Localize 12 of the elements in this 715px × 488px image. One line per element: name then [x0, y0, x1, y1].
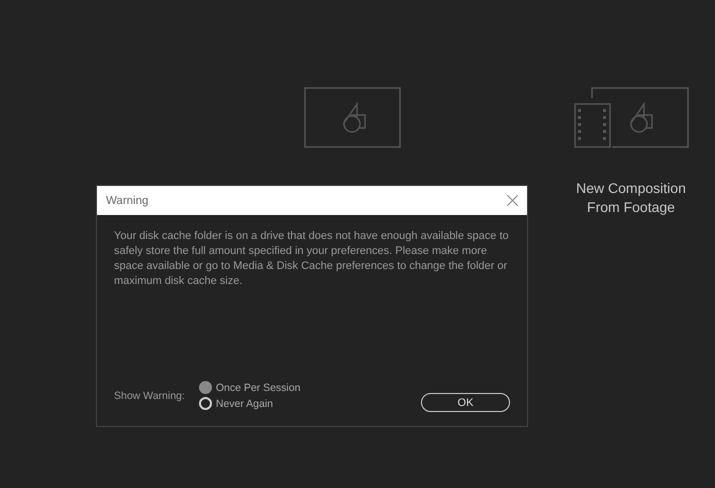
ok-button[interactable]: OK — [421, 393, 510, 412]
radio-option[interactable]: Never Again — [198, 397, 300, 410]
dialog-title: Warning — [106, 194, 148, 206]
radio-icon[interactable] — [198, 381, 212, 394]
composition-icon[interactable] — [304, 87, 400, 148]
radio-option[interactable]: Once Per Session — [198, 381, 300, 394]
show-warning-label: Show Warning: — [114, 390, 185, 402]
footage-composition-icon[interactable] — [574, 87, 688, 148]
close-icon[interactable] — [507, 195, 518, 206]
tile-label[interactable]: New Composition From Footage — [566, 179, 696, 217]
warning-message: Your disk cache folder is on a drive that does not have enough available space to safely store the full amount specified in your preferences. Please make more space available or go to Media & Disk Cache preferences to change the folder or maximum disk cache size. — [114, 229, 510, 289]
radio-icon[interactable] — [198, 397, 212, 410]
